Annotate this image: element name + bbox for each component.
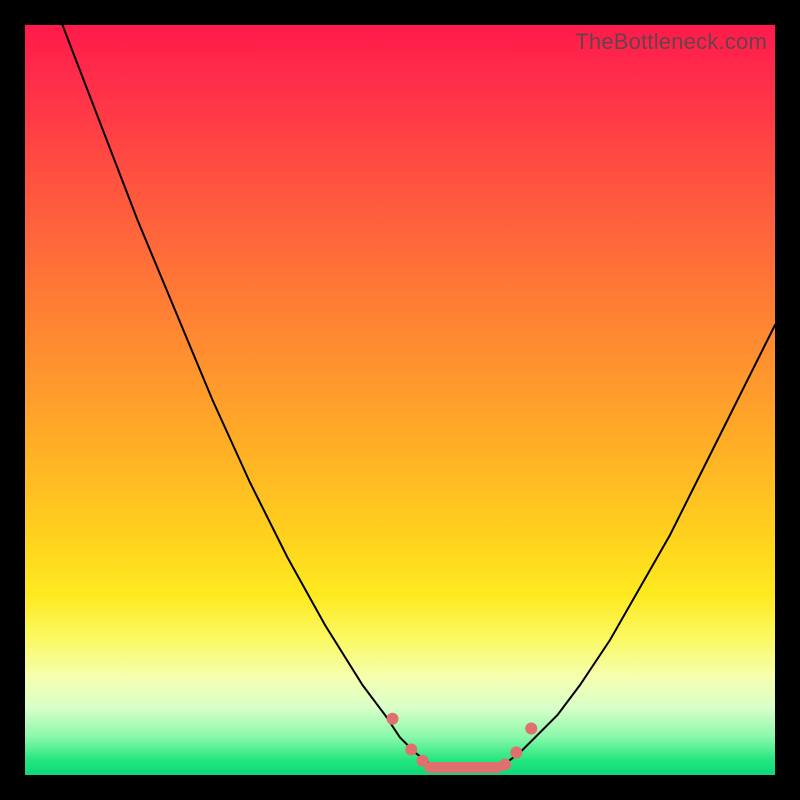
chart-svg [25, 25, 775, 775]
right-curve [505, 325, 775, 764]
marker-group [387, 713, 538, 771]
left-curve [63, 25, 431, 764]
marker-dot [387, 713, 399, 725]
plot-area: TheBottleneck.com [25, 25, 775, 775]
marker-dot [405, 744, 417, 756]
chart-frame: TheBottleneck.com [0, 0, 800, 800]
marker-dot [510, 747, 522, 759]
marker-dot [499, 759, 511, 771]
marker-dot [525, 723, 537, 735]
